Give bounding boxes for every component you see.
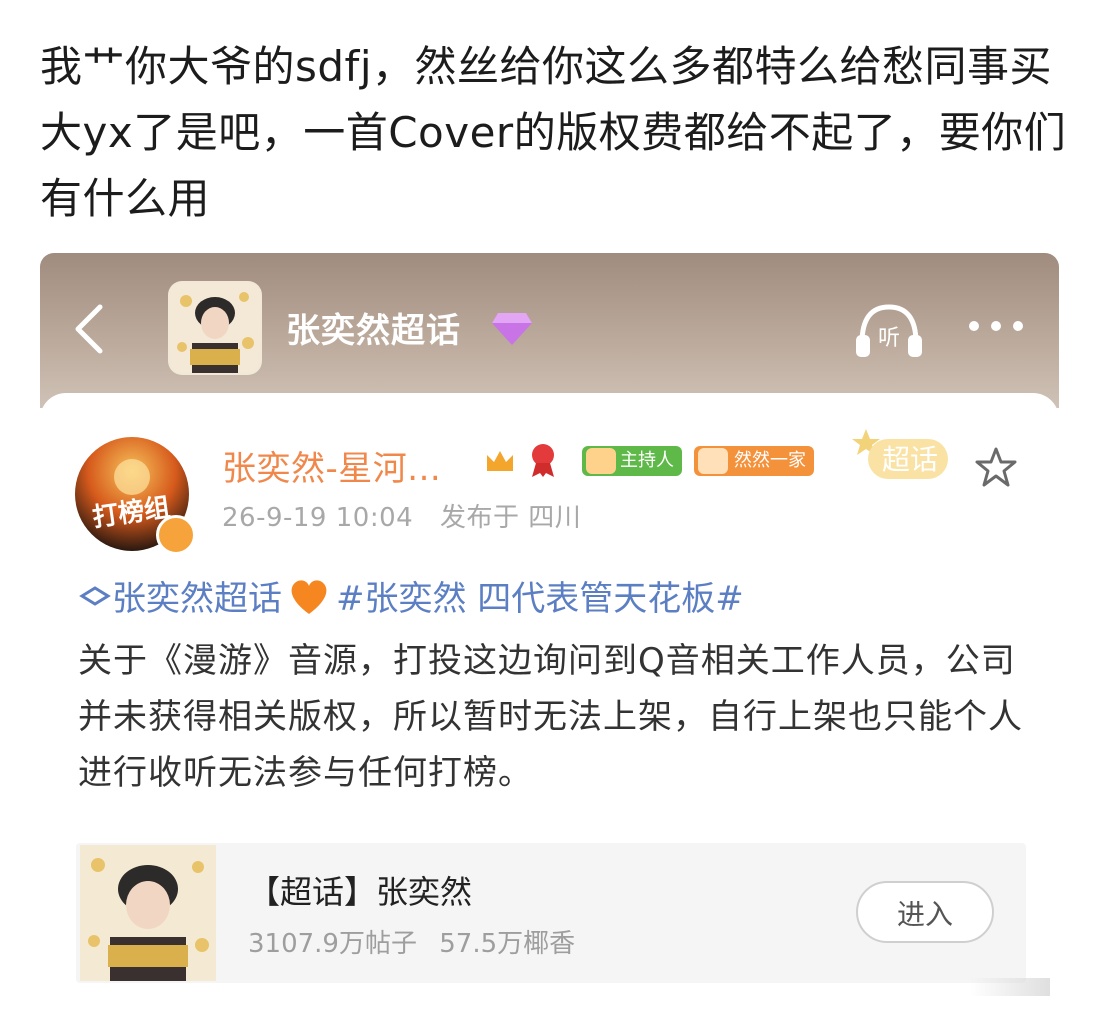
host-badge: 主持人: [582, 446, 682, 476]
embedded-screenshot: 张奕然超话 听 打榜组 张奕然-星河... 主持人 然然一家 超话 26-9-1…: [40, 253, 1059, 1003]
medal-icon: [532, 444, 554, 477]
fan-group-badge: 然然一家: [694, 446, 814, 476]
post-location: 发布于 四川: [439, 503, 582, 533]
topic-link[interactable]: 张奕然超话: [112, 579, 282, 619]
post-body: 关于《漫游》音源，打投这边询问到Q音相关工作人员，公司并未获得相关版权，所以暂时…: [78, 641, 1023, 793]
listen-label: 听: [878, 326, 900, 351]
supertopic-header: 张奕然超话 听: [40, 253, 1059, 408]
post-card: 打榜组 张奕然-星河... 主持人 然然一家 超话 26-9-19 10:04 …: [40, 393, 1059, 1003]
post-caption: 我艹你大爷的sdfj，然丝给你这么多都特么给愁同事买大yx了是吧，一首Cover…: [40, 42, 1067, 223]
fan-badge-icon: [698, 448, 728, 474]
enter-button[interactable]: 进入: [856, 881, 994, 943]
idol-photo-icon: [170, 283, 260, 373]
fan-badge-label: 然然一家: [734, 450, 806, 471]
username[interactable]: 张奕然-星河...: [222, 441, 441, 490]
favorite-star-icon[interactable]: [974, 445, 1018, 489]
host-badge-label: 主持人: [620, 450, 674, 471]
host-badge-icon: [586, 448, 616, 474]
back-arrow-icon[interactable]: [64, 301, 114, 357]
diamond-icon: [492, 313, 532, 345]
topic-post-count: 3107.9万帖子: [248, 929, 417, 959]
post-timestamp: 26-9-19 10:04: [222, 503, 414, 533]
hashtag-link[interactable]: #张奕然 四代表管天花板#: [336, 579, 744, 619]
super-topic-tag: 超话: [852, 429, 948, 479]
verified-badge-icon: [156, 515, 196, 555]
post-meta: 26-9-19 10:04 发布于 四川: [222, 497, 599, 534]
topic-stats: 3107.9万帖子 57.5万椰香: [248, 923, 589, 960]
topic-line: 张奕然超话 #张奕然 四代表管天花板#: [78, 575, 744, 623]
topic-thumbnail: [80, 845, 216, 981]
idol-thumbnail-icon: [80, 845, 216, 981]
topic-card[interactable]: 【超话】张奕然 3107.9万帖子 57.5万椰香 进入: [76, 843, 1026, 983]
supertopic-avatar[interactable]: [170, 283, 260, 373]
crown-icon: [487, 451, 513, 471]
super-tag-label: 超话: [882, 443, 938, 476]
watermark: [970, 978, 1050, 996]
more-options-icon[interactable]: [964, 311, 1028, 341]
topic-title: 【超话】张奕然: [248, 873, 473, 911]
link-chain-icon: [79, 586, 111, 606]
orange-heart-icon: [291, 580, 327, 614]
topic-fan-count: 57.5万椰香: [439, 929, 576, 959]
listen-headphone-icon[interactable]: 听: [852, 299, 926, 359]
supertopic-title: 张奕然超话: [286, 311, 461, 351]
